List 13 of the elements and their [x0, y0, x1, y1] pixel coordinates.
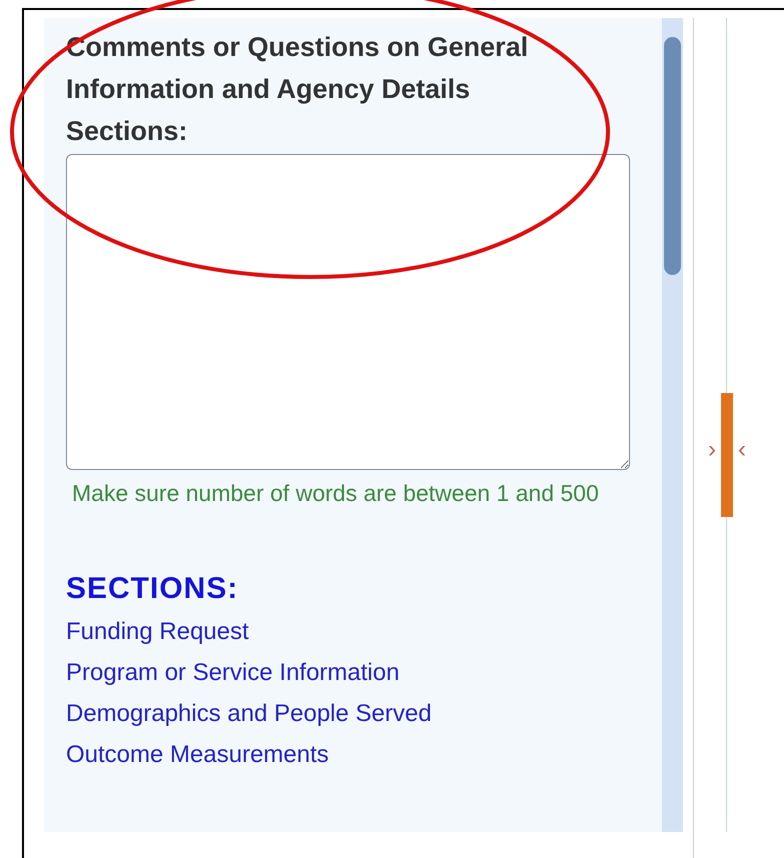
section-link[interactable]: Funding Request	[66, 610, 249, 652]
expand-arrow[interactable]: ›	[708, 438, 716, 462]
field-label: Comments or Questions on General Information and Agency Details Sections:	[66, 31, 530, 148]
scrollbar[interactable]	[662, 18, 683, 832]
section-link[interactable]: Demographics and People Served	[66, 692, 432, 734]
comment-field[interactable]	[66, 154, 630, 470]
scrollbar-thumb[interactable]	[664, 37, 681, 275]
sections-heading: SECTIONS:	[66, 570, 240, 606]
splitter-handle[interactable]	[721, 393, 733, 517]
section-link[interactable]: Outcome Measurements	[66, 734, 329, 774]
hint-text: Make sure number of words are between 1 and 500	[72, 479, 600, 508]
collapse-arrow[interactable]: ‹	[738, 438, 746, 462]
section-link[interactable]: Program or Service Information	[66, 652, 400, 692]
